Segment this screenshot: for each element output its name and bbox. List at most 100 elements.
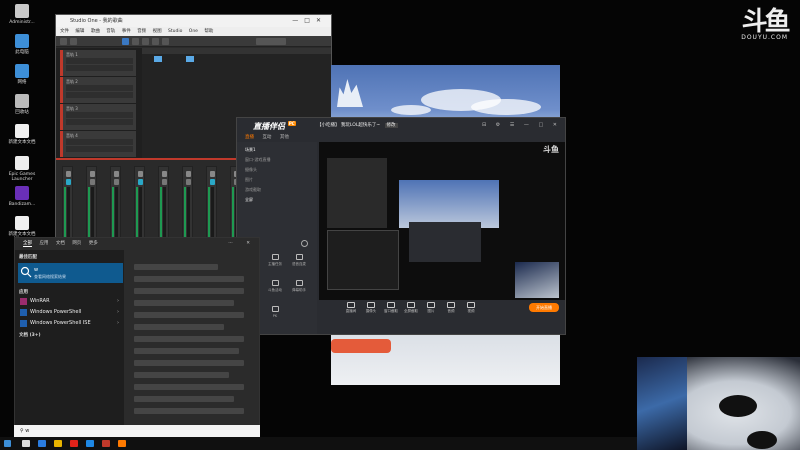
toolbox-item[interactable]: 斗鱼活动: [265, 280, 285, 293]
desktop-icon-label: Bandizam...: [8, 202, 36, 207]
studio-window-controls[interactable]: —□✕: [292, 15, 327, 27]
taskview-icon[interactable]: [22, 440, 30, 447]
desktop-icon-label: 此电脑: [15, 50, 29, 55]
best-match-item[interactable]: w 查看网络搜索结果: [18, 263, 123, 283]
source-icon: [387, 302, 395, 308]
add-scene-icon[interactable]: [301, 240, 308, 247]
mute-tool-icon[interactable]: [162, 38, 169, 45]
desktop-icon[interactable]: 网络: [2, 64, 42, 85]
desktop-icon[interactable]: Epic Games Launcher: [2, 156, 42, 182]
client-bottom-bar[interactable]: 直播间 摄像头 窗口截取 全屏截取 图片 音频 视频 开始直播: [319, 300, 565, 334]
eraser-tool-icon[interactable]: [142, 38, 149, 45]
studio-menubar[interactable]: 文件 编辑 歌曲 音轨 事件 音频 视图 Studio One 帮助: [56, 27, 331, 36]
filter-actions[interactable]: ⋯ ✕: [228, 238, 253, 250]
source-action-button[interactable]: 视频: [459, 302, 483, 314]
toolbox-item[interactable]: 主播任务: [265, 254, 285, 267]
taskbar-search-input[interactable]: ⚲ w: [14, 425, 260, 437]
desktop-icon-label: 新建文本文档: [8, 140, 36, 145]
tab-other[interactable]: 其他: [280, 135, 289, 140]
preview-camera: [515, 262, 559, 298]
best-match-name: w: [34, 267, 39, 273]
tab-live[interactable]: 直播: [245, 135, 254, 140]
source-label: 视频: [467, 309, 475, 313]
douyu-icon[interactable]: [118, 440, 126, 447]
pencil-tool-icon[interactable]: [132, 38, 139, 45]
tab-interact[interactable]: 互动: [262, 135, 271, 140]
mixer-channel-strip[interactable]: [182, 166, 193, 246]
tool-label: 语音连麦: [292, 262, 306, 266]
mixer-channel-strip[interactable]: [86, 166, 97, 246]
chevron-right-icon[interactable]: ›: [117, 296, 119, 307]
filter-web[interactable]: 网页: [72, 241, 81, 246]
mixer-channel-strip[interactable]: [158, 166, 169, 246]
search-filter-bar[interactable]: 全部 应用 文档 网页 更多 ⋯ ✕: [15, 238, 259, 250]
app-icon: [20, 309, 27, 316]
filter-apps[interactable]: 应用: [39, 241, 48, 246]
desktop-icon[interactable]: 回收站: [2, 94, 42, 115]
track-header[interactable]: 音轨 1: [60, 50, 136, 76]
chevron-right-icon[interactable]: ›: [117, 318, 119, 329]
track-header[interactable]: 音轨 3: [60, 104, 136, 130]
scene-item[interactable]: 场景1: [241, 146, 313, 154]
app-icon[interactable]: [86, 440, 94, 447]
best-match-sub: 查看网络搜索结果: [34, 274, 66, 279]
taskbar[interactable]: [0, 437, 640, 450]
webcam-overlay: [637, 357, 800, 450]
toolbox-item[interactable]: PK: [265, 306, 285, 318]
douyu-logo: 斗鱼: [741, 7, 791, 37]
desktop-icon[interactable]: Administr...: [2, 4, 42, 25]
studio-one-icon[interactable]: [102, 440, 110, 447]
track-header[interactable]: 音轨 4: [60, 131, 136, 157]
scene-item[interactable]: 窗口-游戏直播: [241, 156, 313, 164]
edge-icon[interactable]: [38, 440, 46, 447]
arrow-tool-icon[interactable]: [122, 38, 129, 45]
desktop-icon[interactable]: Bandizam...: [2, 186, 42, 207]
app-result[interactable]: Windows PowerShell ›: [18, 307, 123, 318]
room-title-text: 【小吃播】 我玩LOL超快乐了~: [317, 123, 381, 128]
mixer-channel-strip[interactable]: [134, 166, 145, 246]
app-icon[interactable]: [70, 440, 78, 447]
scene-item[interactable]: 游戏截取: [241, 186, 313, 194]
split-tool-icon[interactable]: [152, 38, 159, 45]
snap-menu[interactable]: [256, 38, 286, 45]
start-search-panel[interactable]: 全部 应用 文档 网页 更多 ⋯ ✕ 最佳匹配 w 查看网络搜索结果 应用 Wi…: [14, 237, 260, 437]
scene-item[interactable]: 全屏: [241, 196, 313, 204]
mixer-channel-strip[interactable]: [110, 166, 121, 246]
best-match-heading: 最佳匹配: [19, 255, 37, 260]
mixer-channel-strip[interactable]: [206, 166, 217, 246]
windows-start-icon[interactable]: [4, 440, 11, 447]
edit-title-button[interactable]: 修改: [384, 123, 398, 128]
filter-more[interactable]: 更多: [89, 241, 98, 246]
search-icon: [20, 266, 32, 278]
app-result[interactable]: Windows PowerShell ISE ›: [18, 318, 123, 329]
scene-item[interactable]: 图片: [241, 176, 313, 184]
filter-docs[interactable]: 文档: [56, 241, 65, 246]
client-topbar[interactable]: 直播伴侣 PC 【小吃播】 我玩LOL超快乐了~ 修改 ⊟ ⚙ ☰ — □ ✕: [237, 118, 565, 135]
app-result[interactable]: WinRAR ›: [18, 296, 123, 307]
explorer-icon[interactable]: [54, 440, 62, 447]
studio-titlebar[interactable]: Studio One - 我的歌曲 —□✕: [56, 15, 331, 27]
client-tabs[interactable]: 直播 互动 其他: [245, 134, 289, 140]
app-name: WinRAR: [30, 298, 50, 304]
rail-track-art: [331, 327, 560, 385]
toolbox-item[interactable]: 弹幕助手: [289, 280, 309, 293]
filter-all[interactable]: 全部: [23, 241, 32, 247]
tool-icon[interactable]: [70, 38, 77, 45]
start-live-button[interactable]: 开始直播: [529, 303, 559, 312]
tool-icon[interactable]: [60, 38, 67, 45]
douyu-watermark: 斗鱼 DOUYU.COM: [741, 7, 791, 41]
preview-watermark: 斗鱼: [543, 145, 559, 154]
scene-item[interactable]: 摄像头: [241, 166, 313, 174]
tool-label: 斗鱼活动: [268, 288, 282, 292]
desktop-icon[interactable]: 此电脑: [2, 34, 42, 55]
douyu-live-client[interactable]: 直播伴侣 PC 【小吃播】 我玩LOL超快乐了~ 修改 ⊟ ⚙ ☰ — □ ✕ …: [236, 117, 566, 335]
mixer-channel-strip[interactable]: [62, 166, 73, 246]
track-header[interactable]: 音轨 2: [60, 77, 136, 103]
toolbox-item[interactable]: 语音连麦: [289, 254, 309, 267]
desktop-icon[interactable]: 新建文本文档: [2, 124, 42, 145]
studio-toolbar[interactable]: [56, 36, 331, 47]
search-results[interactable]: 最佳匹配 w 查看网络搜索结果 应用 WinRAR › Windows PowerS…: [15, 250, 124, 438]
client-window-controls[interactable]: ⊟ ⚙ ☰ — □ ✕: [482, 122, 561, 128]
stream-preview[interactable]: 斗鱼: [319, 142, 565, 308]
chevron-right-icon[interactable]: ›: [117, 307, 119, 318]
